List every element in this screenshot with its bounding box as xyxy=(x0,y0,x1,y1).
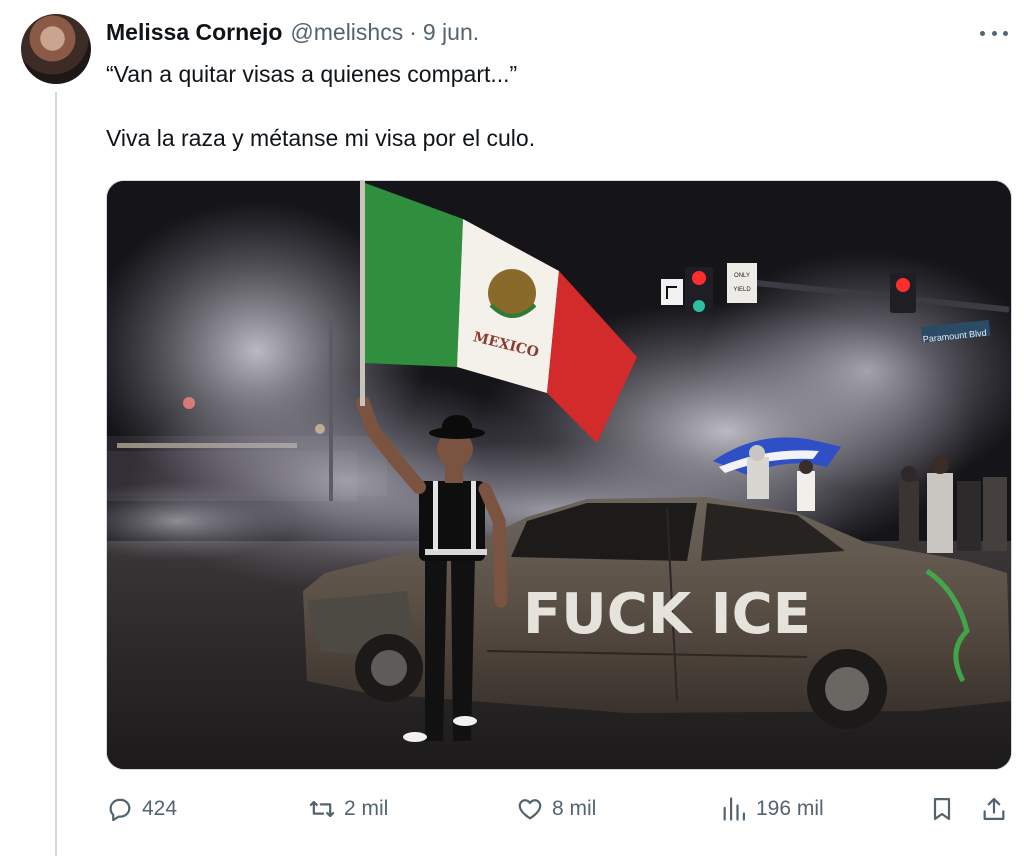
tweet-photo[interactable]: ONLY YIELD Paramount Blvd FUCK ICE MEXIC… xyxy=(106,180,1012,770)
retweet-count: 2 mil xyxy=(344,797,389,820)
like-button[interactable]: 8 mil xyxy=(516,788,596,830)
view-count: 196 mil xyxy=(756,797,824,820)
retweet-icon xyxy=(309,800,335,818)
reply-count: 424 xyxy=(142,797,178,820)
views-chart-icon xyxy=(723,797,746,821)
tweet-header: Melissa Cornejo @melishcs · 9 jun. xyxy=(106,16,479,48)
tweet-actions-bar: 424 2 mil 8 mil 196 mil xyxy=(106,788,1010,830)
tweet-date[interactable]: 9 jun. xyxy=(423,19,479,46)
heart-icon xyxy=(518,799,542,820)
views-button[interactable]: 196 mil xyxy=(720,788,824,830)
car-graffiti: FUCK ICE xyxy=(523,582,811,647)
lane-sign-2: YIELD xyxy=(733,287,751,293)
more-options-icon[interactable] xyxy=(980,24,1008,42)
bookmark-icon xyxy=(933,797,951,821)
author-name[interactable]: Melissa Cornejo xyxy=(106,19,282,46)
separator-dot: · xyxy=(409,18,417,45)
tweet-text: “Van a quitar visas a quienes compart...… xyxy=(106,61,536,151)
retweet-button[interactable]: 2 mil xyxy=(308,788,388,830)
share-button[interactable] xyxy=(980,788,1008,830)
share-icon xyxy=(983,797,1005,821)
like-count: 8 mil xyxy=(552,797,597,820)
protest-photo: ONLY YIELD Paramount Blvd FUCK ICE MEXIC… xyxy=(107,181,1011,769)
reply-icon xyxy=(109,798,131,822)
bookmark-button[interactable] xyxy=(928,788,956,830)
avatar[interactable] xyxy=(21,14,91,84)
author-handle[interactable]: @melishcs xyxy=(290,19,403,46)
reply-button[interactable]: 424 xyxy=(106,788,177,830)
thread-line xyxy=(55,92,57,856)
lane-sign-1: ONLY xyxy=(734,273,750,279)
